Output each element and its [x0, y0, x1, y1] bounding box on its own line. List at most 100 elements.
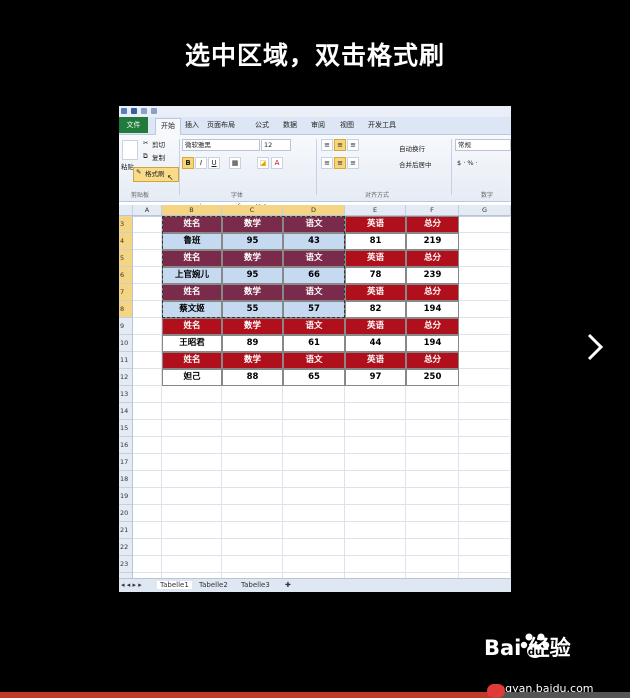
- grid-cell[interactable]: [162, 505, 222, 522]
- tab-2[interactable]: 插入: [185, 120, 199, 130]
- row-header-6[interactable]: 6: [119, 267, 133, 284]
- row-header-20[interactable]: 20: [119, 505, 133, 522]
- grid-cell[interactable]: [283, 522, 345, 539]
- grid-cell[interactable]: [406, 488, 459, 505]
- data-cell[interactable]: 44: [345, 335, 406, 352]
- grid-cell[interactable]: [459, 335, 511, 352]
- grid-cell[interactable]: [222, 522, 283, 539]
- grid-cell[interactable]: [459, 386, 511, 403]
- data-cell[interactable]: 194: [406, 301, 459, 318]
- row-header-10[interactable]: 10: [119, 335, 133, 352]
- tab-4[interactable]: 公式: [255, 120, 269, 130]
- grid-cell[interactable]: [133, 369, 162, 386]
- row-header-22[interactable]: 22: [119, 539, 133, 556]
- sheet-tab-2[interactable]: Tabelle2: [199, 581, 228, 589]
- grid-cell[interactable]: [459, 420, 511, 437]
- video-progress-track[interactable]: [0, 692, 630, 698]
- grid-cell[interactable]: [222, 454, 283, 471]
- header-cell[interactable]: 英语: [345, 352, 406, 369]
- data-cell[interactable]: 78: [345, 267, 406, 284]
- tab-6[interactable]: 审阅: [311, 120, 325, 130]
- header-cell[interactable]: 数学: [222, 318, 283, 335]
- row-header-9[interactable]: 9: [119, 318, 133, 335]
- grid-cell[interactable]: [133, 284, 162, 301]
- align-bottom-icon[interactable]: ≡: [347, 139, 359, 151]
- data-cell[interactable]: 蔡文姬: [162, 301, 222, 318]
- grid-cell[interactable]: [283, 454, 345, 471]
- grid-cell[interactable]: [406, 505, 459, 522]
- grid-cell[interactable]: [283, 488, 345, 505]
- grid-cell[interactable]: [162, 437, 222, 454]
- column-header-F[interactable]: F: [406, 205, 459, 215]
- data-cell[interactable]: 88: [222, 369, 283, 386]
- tab-3[interactable]: 页面布局: [207, 120, 235, 130]
- data-cell[interactable]: 61: [283, 335, 345, 352]
- currency-icon[interactable]: $ · % ·: [457, 159, 478, 167]
- grid-cell[interactable]: [459, 267, 511, 284]
- grid-cell[interactable]: [406, 556, 459, 573]
- grid-cell[interactable]: [133, 335, 162, 352]
- align-middle-icon[interactable]: ≡: [334, 139, 346, 151]
- data-cell[interactable]: 194: [406, 335, 459, 352]
- grid-cell[interactable]: [133, 403, 162, 420]
- header-cell[interactable]: 姓名: [162, 284, 222, 301]
- grid-cell[interactable]: [162, 539, 222, 556]
- row-header-16[interactable]: 16: [119, 437, 133, 454]
- grid-cell[interactable]: [345, 437, 406, 454]
- grid-cell[interactable]: [133, 471, 162, 488]
- data-cell[interactable]: 219: [406, 233, 459, 250]
- align-center-icon[interactable]: ≡: [334, 157, 346, 169]
- grid-cell[interactable]: [133, 318, 162, 335]
- grid-cell[interactable]: [133, 420, 162, 437]
- data-cell[interactable]: 250: [406, 369, 459, 386]
- grid-cell[interactable]: [406, 420, 459, 437]
- grid-cell[interactable]: [222, 386, 283, 403]
- align-top-icon[interactable]: ≡: [321, 139, 333, 151]
- tab-7[interactable]: 视图: [340, 120, 354, 130]
- row-header-19[interactable]: 19: [119, 488, 133, 505]
- sheet-tab-1[interactable]: Tabelle1: [157, 581, 192, 589]
- cut-icon[interactable]: ✂: [143, 139, 148, 147]
- select-all-corner[interactable]: [119, 205, 133, 215]
- grid-cell[interactable]: [283, 471, 345, 488]
- grid-cell[interactable]: [162, 454, 222, 471]
- header-cell[interactable]: 姓名: [162, 352, 222, 369]
- grid-cell[interactable]: [162, 386, 222, 403]
- grid-cell[interactable]: [133, 454, 162, 471]
- grid-cell[interactable]: [406, 539, 459, 556]
- new-sheet-icon[interactable]: ✚: [285, 581, 291, 589]
- row-header-13[interactable]: 13: [119, 386, 133, 403]
- grid-cell[interactable]: [406, 386, 459, 403]
- grid-cell[interactable]: [459, 284, 511, 301]
- data-cell[interactable]: 55: [222, 301, 283, 318]
- header-cell[interactable]: 语文: [283, 250, 345, 267]
- data-cell[interactable]: 89: [222, 335, 283, 352]
- grid-cell[interactable]: [459, 556, 511, 573]
- grid-cell[interactable]: [345, 505, 406, 522]
- grid-cell[interactable]: [283, 505, 345, 522]
- grid-cell[interactable]: [162, 488, 222, 505]
- font-name-combo[interactable]: 微软雅黑: [182, 139, 260, 151]
- grid-cell[interactable]: [459, 250, 511, 267]
- grid-cell[interactable]: [283, 437, 345, 454]
- grid-cell[interactable]: [133, 352, 162, 369]
- grid-cell[interactable]: [345, 488, 406, 505]
- undo-icon[interactable]: [141, 108, 147, 114]
- header-cell[interactable]: 姓名: [162, 318, 222, 335]
- data-cell[interactable]: 97: [345, 369, 406, 386]
- header-cell[interactable]: 语文: [283, 318, 345, 335]
- header-cell[interactable]: 英语: [345, 250, 406, 267]
- header-cell[interactable]: 语文: [283, 352, 345, 369]
- grid-cell[interactable]: [222, 505, 283, 522]
- header-cell[interactable]: 总分: [406, 216, 459, 233]
- copy-icon[interactable]: ⧉: [143, 152, 148, 161]
- grid-cell[interactable]: [459, 488, 511, 505]
- align-right-icon[interactable]: ≡: [347, 157, 359, 169]
- data-cell[interactable]: 王昭君: [162, 335, 222, 352]
- grid-cell[interactable]: [459, 403, 511, 420]
- header-cell[interactable]: 英语: [345, 216, 406, 233]
- grid-cell[interactable]: [283, 556, 345, 573]
- column-header-G[interactable]: G: [459, 205, 511, 215]
- column-header-C[interactable]: C: [222, 205, 283, 215]
- data-cell[interactable]: 95: [222, 267, 283, 284]
